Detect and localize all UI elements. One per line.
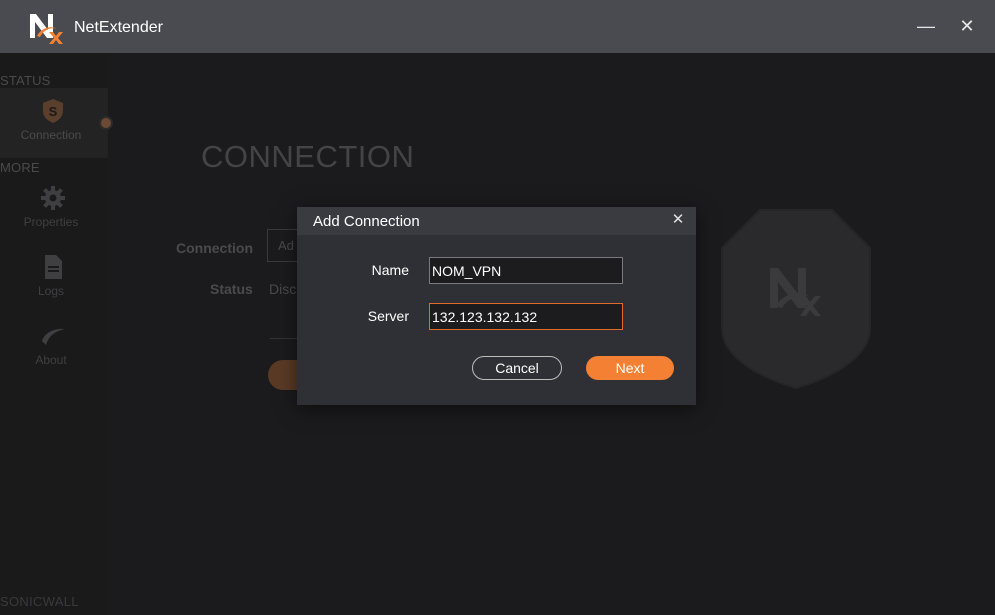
dialog-header: Add Connection ✕ [297, 207, 696, 235]
app-title: NetExtender [74, 19, 163, 36]
add-connection-dialog: Add Connection ✕ Name Server Cancel Next [297, 207, 696, 405]
connection-label: Connection [176, 240, 253, 256]
sidebar-item-label: About [35, 353, 67, 367]
sonicwall-swoosh-icon [42, 328, 65, 345]
sonicwall-brand-text: SONICWALL [0, 594, 79, 609]
sidebar-item-about[interactable]: About [0, 313, 108, 383]
server-input[interactable] [429, 303, 623, 330]
connection-status-dot [99, 116, 113, 130]
status-value: Disc [269, 281, 297, 297]
sidebar-item-label: Logs [37, 284, 65, 298]
sidebar-item-label: Properties [23, 215, 79, 229]
sidebar-item-label: Connection [20, 128, 82, 142]
sidebar-section-more: MORE [0, 160, 40, 175]
status-label: Status [210, 281, 253, 297]
sidebar-section-status: STATUS [0, 73, 51, 88]
shield-logo-icon [721, 209, 871, 390]
divider [270, 338, 300, 339]
name-label: Name [371, 262, 409, 278]
page-title: CONNECTION [201, 139, 415, 174]
sidebar-item-properties[interactable]: Properties [0, 175, 108, 245]
svg-text:S: S [49, 104, 58, 119]
sidebar: STATUS S Connection MORE Properties Logs… [0, 53, 108, 615]
server-label: Server [367, 308, 409, 324]
sidebar-item-logs[interactable]: Logs [0, 244, 108, 314]
netextender-logo-icon [30, 14, 63, 44]
connection-shield-icon: S [43, 99, 63, 123]
title-bar: NetExtender — ✕ [0, 0, 995, 53]
cancel-button[interactable]: Cancel [472, 356, 562, 380]
dialog-title: Add Connection [313, 213, 420, 230]
minimize-button[interactable]: — [914, 14, 938, 38]
dialog-close-icon[interactable]: ✕ [669, 211, 687, 229]
sidebar-item-connection[interactable]: S Connection [0, 88, 108, 158]
document-icon [45, 255, 62, 279]
next-button[interactable]: Next [586, 356, 674, 380]
close-window-button[interactable]: ✕ [955, 14, 979, 38]
name-input[interactable] [429, 257, 623, 284]
gear-icon [41, 186, 65, 210]
